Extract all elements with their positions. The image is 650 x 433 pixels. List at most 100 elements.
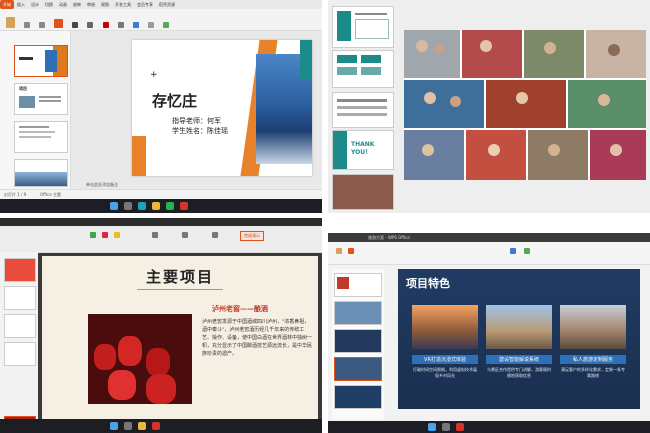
slide-thumb-4c[interactable] xyxy=(334,329,382,353)
search-icon-4[interactable] xyxy=(442,423,450,431)
folder-icon-3[interactable] xyxy=(138,422,146,430)
tab-0[interactable]: 开始 xyxy=(0,0,14,9)
photo-7 xyxy=(568,80,646,128)
quadrant-main-project-slide: 完成演示 主要项目 泸州老窖——酿酒 泸州老窖发源于中国酒城四川泸州，"浓香鼻祖… xyxy=(0,218,322,433)
slide-thumb-4b[interactable] xyxy=(334,301,382,325)
tab-3[interactable]: 切换 xyxy=(42,0,56,9)
start-icon-4[interactable] xyxy=(428,423,436,431)
copy-icon[interactable] xyxy=(39,22,46,28)
thumbnail-panel: 项目 xyxy=(0,31,71,191)
highlighter-icon[interactable] xyxy=(114,232,120,238)
notes-placeholder[interactable]: 单击此处添加备注 xyxy=(86,182,118,188)
tab-5[interactable]: 放映 xyxy=(70,0,84,9)
thumbnail-panel-4 xyxy=(332,269,384,419)
wps-icon-4[interactable] xyxy=(456,423,464,431)
slide-paragraph: 泸州老窖发源于中国酒城四川泸州，"浓香鼻祖，酒中泰斗"，泸州老窖酒历经几千年来的… xyxy=(202,319,313,357)
slide-canvas-3[interactable]: 主要项目 泸州老窖——酿酒 泸州老窖发源于中国酒城四川泸州，"浓香鼻祖，酒中泰斗… xyxy=(42,256,318,428)
italic-icon[interactable] xyxy=(87,22,94,28)
new-slide-icon[interactable] xyxy=(54,19,64,28)
slide-thumbnail-list[interactable] xyxy=(332,92,394,128)
search-icon-3[interactable] xyxy=(124,422,132,430)
tab-8[interactable]: 开发工具 xyxy=(112,0,134,9)
photo-9 xyxy=(466,130,526,180)
cut-icon[interactable] xyxy=(24,22,31,28)
textbox-icon[interactable] xyxy=(147,22,154,28)
slide-thumb-4d[interactable] xyxy=(334,357,382,381)
slide-thumbnail-3[interactable] xyxy=(14,121,68,153)
wine-jars-photo xyxy=(88,314,192,404)
taskbar xyxy=(0,199,322,213)
slide-canvas-4[interactable]: 项目特色 VR打造沉浸式体验 建设智能解说系统 私人旅游定制服务 打破时间空间限… xyxy=(398,269,640,409)
feature-label-3: 私人旅游定制服务 xyxy=(560,355,626,364)
ribbon-3: 完成演示 xyxy=(0,226,322,253)
ribbon: 开始 插入 设计 切换 动画 放映 审阅 视图 开发工具 会员专享 稻壳资源 xyxy=(0,0,322,31)
start-icon[interactable] xyxy=(110,202,118,210)
arrange-icon[interactable] xyxy=(162,22,169,28)
slide-thumb-c[interactable] xyxy=(4,314,36,338)
shape-icon-4[interactable] xyxy=(510,248,516,254)
photo-10 xyxy=(528,130,588,180)
window-titlebar xyxy=(0,218,322,226)
tab-9[interactable]: 会员专享 xyxy=(134,0,156,9)
thumbnail-panel-3 xyxy=(0,252,38,433)
feature-label-1: VR打造沉浸式体验 xyxy=(412,355,478,364)
slide-thumbnail-table[interactable] xyxy=(332,6,394,48)
ribbon-4 xyxy=(328,242,650,265)
slide-thumb-b[interactable] xyxy=(4,286,36,310)
teal-bar xyxy=(300,40,312,80)
start-icon-3[interactable] xyxy=(110,422,118,430)
bold-icon[interactable] xyxy=(72,22,79,28)
slide-thumbnail-1[interactable] xyxy=(14,45,68,77)
tab-1[interactable]: 插入 xyxy=(14,0,28,9)
slide-canvas[interactable]: + 存忆庄 指导老师：何军 学生姓名：陈佳瑶 xyxy=(132,40,312,176)
laser-icon[interactable] xyxy=(152,232,158,238)
slide-thumbnail-4[interactable] xyxy=(14,159,68,187)
paste-icon-4[interactable] xyxy=(336,248,342,254)
tab-2[interactable]: 设计 xyxy=(28,0,42,9)
tab-6[interactable]: 审阅 xyxy=(84,0,98,9)
ribbon-tabs: 开始 插入 设计 切换 动画 放映 审阅 视图 开发工具 会员专享 稻壳资源 xyxy=(0,0,322,9)
shape-icon[interactable] xyxy=(132,22,139,28)
slide-thumb-a[interactable] xyxy=(4,258,36,282)
quadrant-slides-and-photos: THANK YOU！ xyxy=(328,0,650,213)
slide-thumb-4e[interactable] xyxy=(334,385,382,409)
tab-10[interactable]: 稻壳资源 xyxy=(156,0,178,9)
photo-collage xyxy=(404,30,646,180)
app-titlebar: 旅游方案 - WPS Office xyxy=(328,233,650,242)
folder-icon[interactable] xyxy=(152,202,160,210)
slide-title: 存忆庄 xyxy=(152,92,198,110)
font-color-icon[interactable] xyxy=(102,22,109,28)
align-icon[interactable] xyxy=(117,22,124,28)
slide-heading: 主要项目 xyxy=(145,268,214,286)
pen-icon[interactable] xyxy=(102,232,108,238)
picture-icon-4[interactable] xyxy=(524,248,530,254)
slide-thumbnail-2[interactable]: 项目 xyxy=(14,83,68,115)
finish-button[interactable]: 完成演示 xyxy=(240,231,264,241)
tab-7[interactable]: 视图 xyxy=(98,0,112,9)
feature-desc-1: 打破时间空间限制，利用虚拟技术展现乡村风光 xyxy=(413,367,477,378)
search-icon[interactable] xyxy=(124,202,132,210)
status-slide-count: 幻灯片 1 / 9 xyxy=(4,192,27,197)
photo-1 xyxy=(404,30,460,78)
zoom-icon[interactable] xyxy=(182,232,188,238)
photo-2 xyxy=(462,30,522,78)
slide-thumbnail-grid[interactable] xyxy=(332,50,394,88)
wps-icon-3[interactable] xyxy=(152,422,160,430)
slide-thumbnail-thank-you[interactable]: THANK YOU！ xyxy=(332,130,394,170)
play-icon[interactable] xyxy=(90,232,96,238)
slide-thumb-d[interactable] xyxy=(4,342,36,366)
record-icon[interactable] xyxy=(212,232,218,238)
feature-card-1-image xyxy=(412,305,478,349)
slide-thumb-4a[interactable] xyxy=(334,273,382,297)
slide-thumbnail-photo[interactable] xyxy=(332,174,394,210)
edge-icon[interactable] xyxy=(138,202,146,210)
paste-icon[interactable] xyxy=(6,17,15,28)
feature-label-2: 建设智能解说系统 xyxy=(486,355,552,364)
photo-8 xyxy=(404,130,464,180)
wps-icon[interactable] xyxy=(180,202,188,210)
new-slide-icon-4[interactable] xyxy=(348,248,354,254)
feature-desc-3: 满足客户的多样化需求，定制一条专属路线 xyxy=(561,367,625,378)
wechat-icon[interactable] xyxy=(166,202,174,210)
orange-corner xyxy=(132,136,146,176)
tab-4[interactable]: 动画 xyxy=(56,0,70,9)
